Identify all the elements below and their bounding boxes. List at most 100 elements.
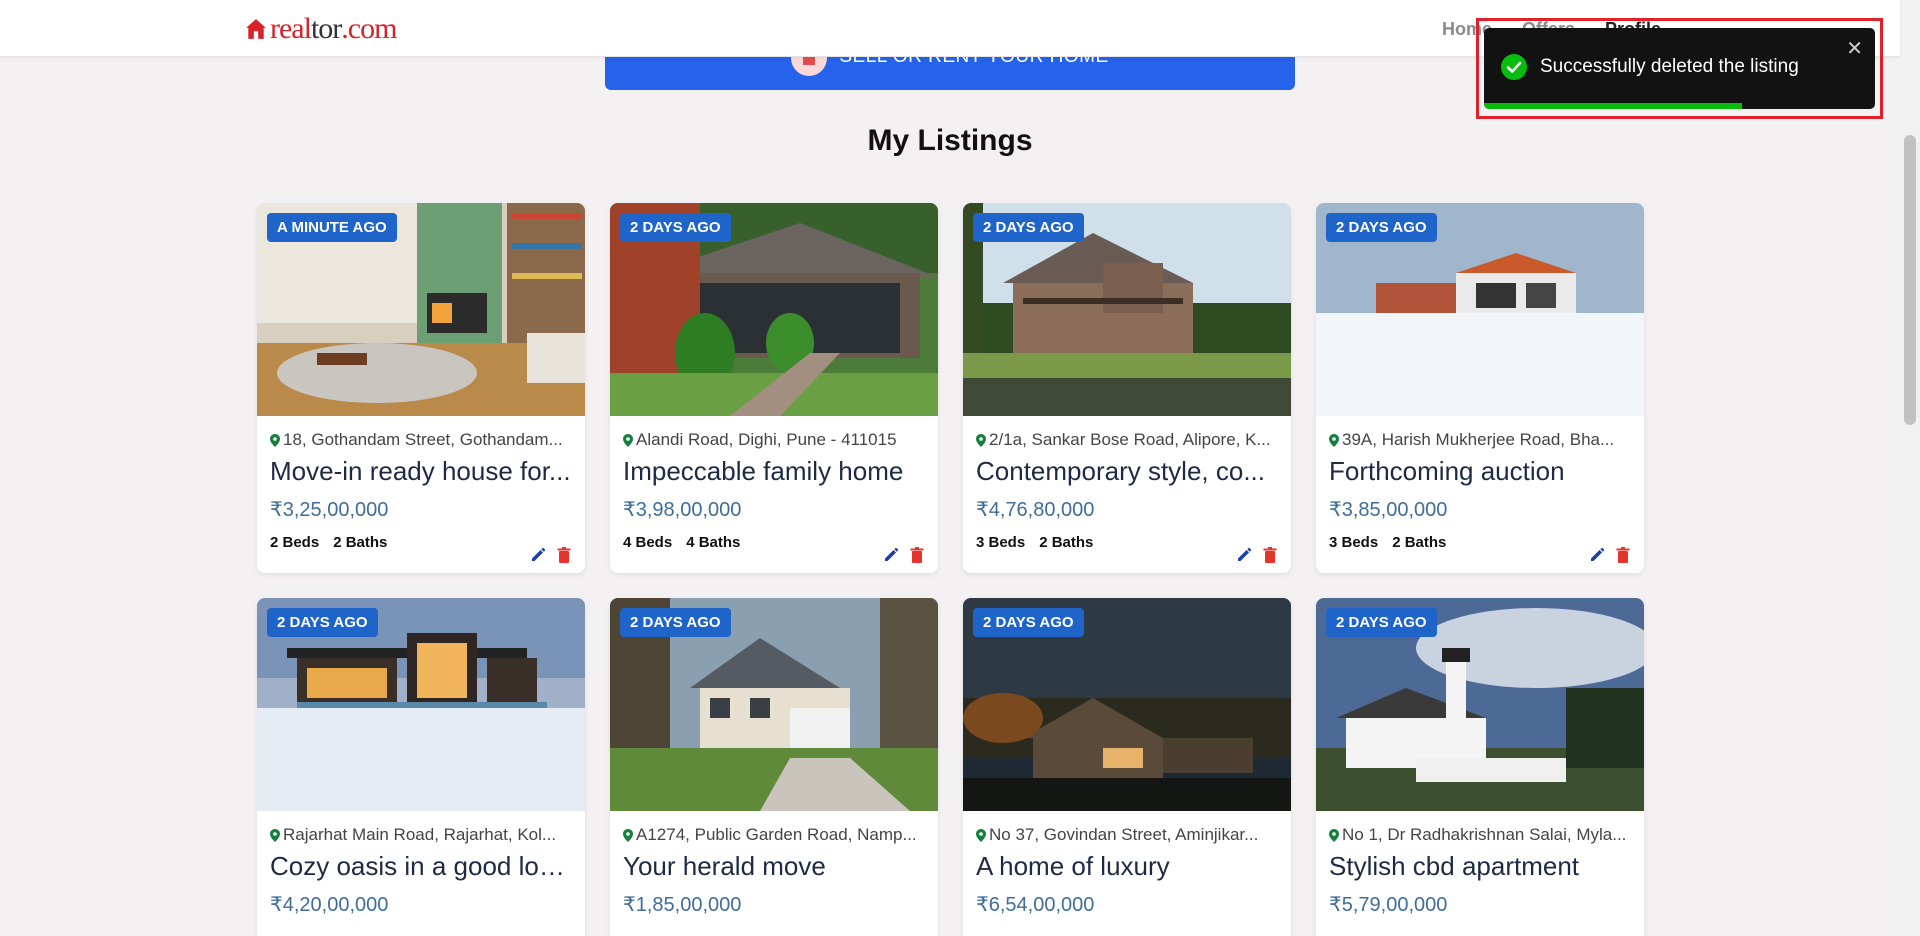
listing-price: ₹3,25,00,000 xyxy=(270,499,389,521)
listings-grid: A MINUTE AGO 18, Gothandam Street, Gotha… xyxy=(257,203,1644,936)
scrollbar-thumb[interactable] xyxy=(1904,135,1916,425)
listing-price: ₹3,98,00,000 xyxy=(623,499,742,521)
listing-address: No 1, Dr Radhakrishnan Salai, Myla... xyxy=(1329,825,1631,845)
listing-actions xyxy=(1235,546,1279,564)
map-pin-icon xyxy=(623,433,633,447)
delete-trash-icon[interactable] xyxy=(908,546,926,564)
listing-beds: 2 Beds xyxy=(270,534,320,551)
edit-pencil-icon[interactable] xyxy=(1235,546,1253,564)
delete-trash-icon[interactable] xyxy=(1261,546,1279,564)
listing-address-text: No 37, Govindan Street, Aminjikar... xyxy=(989,825,1259,844)
page-title: My Listings xyxy=(867,124,1033,157)
listing-baths: 2 Baths xyxy=(333,534,388,551)
listing-actions xyxy=(1588,546,1632,564)
listing-age-badge: 2 DAYS AGO xyxy=(267,608,378,637)
listing-details: Alandi Road, Dighi, Pune - 411015 Impecc… xyxy=(610,416,938,551)
listing-address-text: 39A, Harish Mukherjee Road, Bha... xyxy=(1342,430,1615,449)
listing-title: Impeccable family home xyxy=(623,456,904,486)
map-pin-icon xyxy=(623,828,633,842)
listing-features: 3 Beds 2 Baths xyxy=(1329,534,1631,551)
listing-features: 4 Beds 4 Baths xyxy=(623,534,925,551)
listing-address-text: 18, Gothandam Street, Gothandam... xyxy=(283,430,563,449)
listing-details: 2/1a, Sankar Bose Road, Alipore, K... Co… xyxy=(963,416,1291,551)
listing-details: 18, Gothandam Street, Gothandam... Move-… xyxy=(257,416,585,551)
listing-address: 18, Gothandam Street, Gothandam... xyxy=(270,430,572,450)
listing-title: A home of luxury xyxy=(976,851,1170,881)
toast-progress-bar xyxy=(1484,103,1743,109)
listing-price: ₹3,85,00,000 xyxy=(1329,499,1448,521)
listing-baths: 4 Baths xyxy=(686,534,741,551)
success-toast[interactable]: Successfully deleted the listing ✕ xyxy=(1484,28,1875,109)
map-pin-icon xyxy=(1329,433,1339,447)
listing-baths: 2 Baths xyxy=(1392,534,1447,551)
listing-address: Rajarhat Main Road, Rajarhat, Kol... xyxy=(270,825,572,845)
listing-details: No 37, Govindan Street, Aminjikar... A h… xyxy=(963,811,1291,917)
map-pin-icon xyxy=(976,433,986,447)
listing-card-5[interactable]: 2 DAYS AGO Rajarhat Main Road, Rajarhat,… xyxy=(257,598,585,936)
listing-title: Cozy oasis in a good loc... xyxy=(270,851,572,881)
listing-features: 2 Beds 2 Baths xyxy=(270,534,572,551)
listing-image[interactable]: 2 DAYS AGO xyxy=(1316,598,1644,811)
listing-beds: 3 Beds xyxy=(976,534,1026,551)
listing-card-3[interactable]: 2 DAYS AGO 2/1a, Sankar Bose Road, Alipo… xyxy=(963,203,1291,573)
edit-pencil-icon[interactable] xyxy=(529,546,547,564)
listing-address: 39A, Harish Mukherjee Road, Bha... xyxy=(1329,430,1631,450)
listing-details: A1274, Public Garden Road, Namp... Your … xyxy=(610,811,938,917)
listing-card-6[interactable]: 2 DAYS AGO A1274, Public Garden Road, Na… xyxy=(610,598,938,936)
listing-card-8[interactable]: 2 DAYS AGO No 1, Dr Radhakrishnan Salai,… xyxy=(1316,598,1644,936)
listing-image[interactable]: 2 DAYS AGO xyxy=(963,203,1291,416)
listing-price: ₹5,79,00,000 xyxy=(1329,894,1448,916)
listing-beds: 3 Beds xyxy=(1329,534,1379,551)
listing-card-7[interactable]: 2 DAYS AGO No 37, Govindan Street, Aminj… xyxy=(963,598,1291,936)
listing-image[interactable]: 2 DAYS AGO xyxy=(610,203,938,416)
listing-image[interactable]: 2 DAYS AGO xyxy=(257,598,585,811)
listing-title: Contemporary style, co... xyxy=(976,456,1265,486)
listing-address: 2/1a, Sankar Bose Road, Alipore, K... xyxy=(976,430,1278,450)
listing-title: Stylish cbd apartment xyxy=(1329,851,1580,881)
listing-details: 39A, Harish Mukherjee Road, Bha... Forth… xyxy=(1316,416,1644,551)
delete-trash-icon[interactable] xyxy=(555,546,573,564)
page-scrollbar[interactable] xyxy=(1900,0,1920,936)
listing-age-badge: 2 DAYS AGO xyxy=(973,608,1084,637)
listing-image[interactable]: 2 DAYS AGO xyxy=(963,598,1291,811)
listing-title: Forthcoming auction xyxy=(1329,456,1565,486)
listing-baths: 2 Baths xyxy=(1039,534,1094,551)
listing-age-badge: 2 DAYS AGO xyxy=(620,608,731,637)
listing-card-2[interactable]: 2 DAYS AGO Alandi Road, Dighi, Pune - 41… xyxy=(610,203,938,573)
listing-card-1[interactable]: A MINUTE AGO 18, Gothandam Street, Gotha… xyxy=(257,203,585,573)
listing-age-badge: 2 DAYS AGO xyxy=(1326,608,1437,637)
logo-text-com: .com xyxy=(341,12,397,45)
listing-title: Move-in ready house for... xyxy=(270,456,571,486)
toast-close-icon[interactable]: ✕ xyxy=(1846,36,1863,61)
listing-image[interactable]: 2 DAYS AGO xyxy=(610,598,938,811)
listing-address: No 37, Govindan Street, Aminjikar... xyxy=(976,825,1278,845)
listing-image[interactable]: 2 DAYS AGO xyxy=(1316,203,1644,416)
listing-address: A1274, Public Garden Road, Namp... xyxy=(623,825,925,845)
listing-address-text: Alandi Road, Dighi, Pune - 411015 xyxy=(636,430,897,449)
logo-text-tor: tor xyxy=(310,12,342,45)
listing-address-text: A1274, Public Garden Road, Namp... xyxy=(636,825,917,844)
map-pin-icon xyxy=(270,433,280,447)
listing-age-badge: 2 DAYS AGO xyxy=(620,213,731,242)
listing-features: 3 Beds 2 Baths xyxy=(976,534,1278,551)
edit-pencil-icon[interactable] xyxy=(1588,546,1606,564)
map-pin-icon xyxy=(976,828,986,842)
listing-price: ₹1,85,00,000 xyxy=(623,894,742,916)
listing-image[interactable]: A MINUTE AGO xyxy=(257,203,585,416)
listing-address-text: 2/1a, Sankar Bose Road, Alipore, K... xyxy=(989,430,1271,449)
listing-title: Your herald move xyxy=(623,851,826,881)
success-check-icon xyxy=(1501,54,1527,80)
listing-actions xyxy=(882,546,926,564)
delete-trash-icon[interactable] xyxy=(1614,546,1632,564)
listing-card-4[interactable]: 2 DAYS AGO 39A, Harish Mukherjee Road, B… xyxy=(1316,203,1644,573)
listing-price: ₹4,20,00,000 xyxy=(270,894,389,916)
listing-price: ₹6,54,00,000 xyxy=(976,894,1095,916)
listing-age-badge: 2 DAYS AGO xyxy=(1326,213,1437,242)
listing-beds: 4 Beds xyxy=(623,534,673,551)
realtor-logo[interactable]: real tor .com xyxy=(245,12,397,46)
listing-age-badge: A MINUTE AGO xyxy=(267,213,397,242)
edit-pencil-icon[interactable] xyxy=(882,546,900,564)
listing-price: ₹4,76,80,000 xyxy=(976,499,1095,521)
logo-text-real: real xyxy=(270,12,312,45)
listing-age-badge: 2 DAYS AGO xyxy=(973,213,1084,242)
